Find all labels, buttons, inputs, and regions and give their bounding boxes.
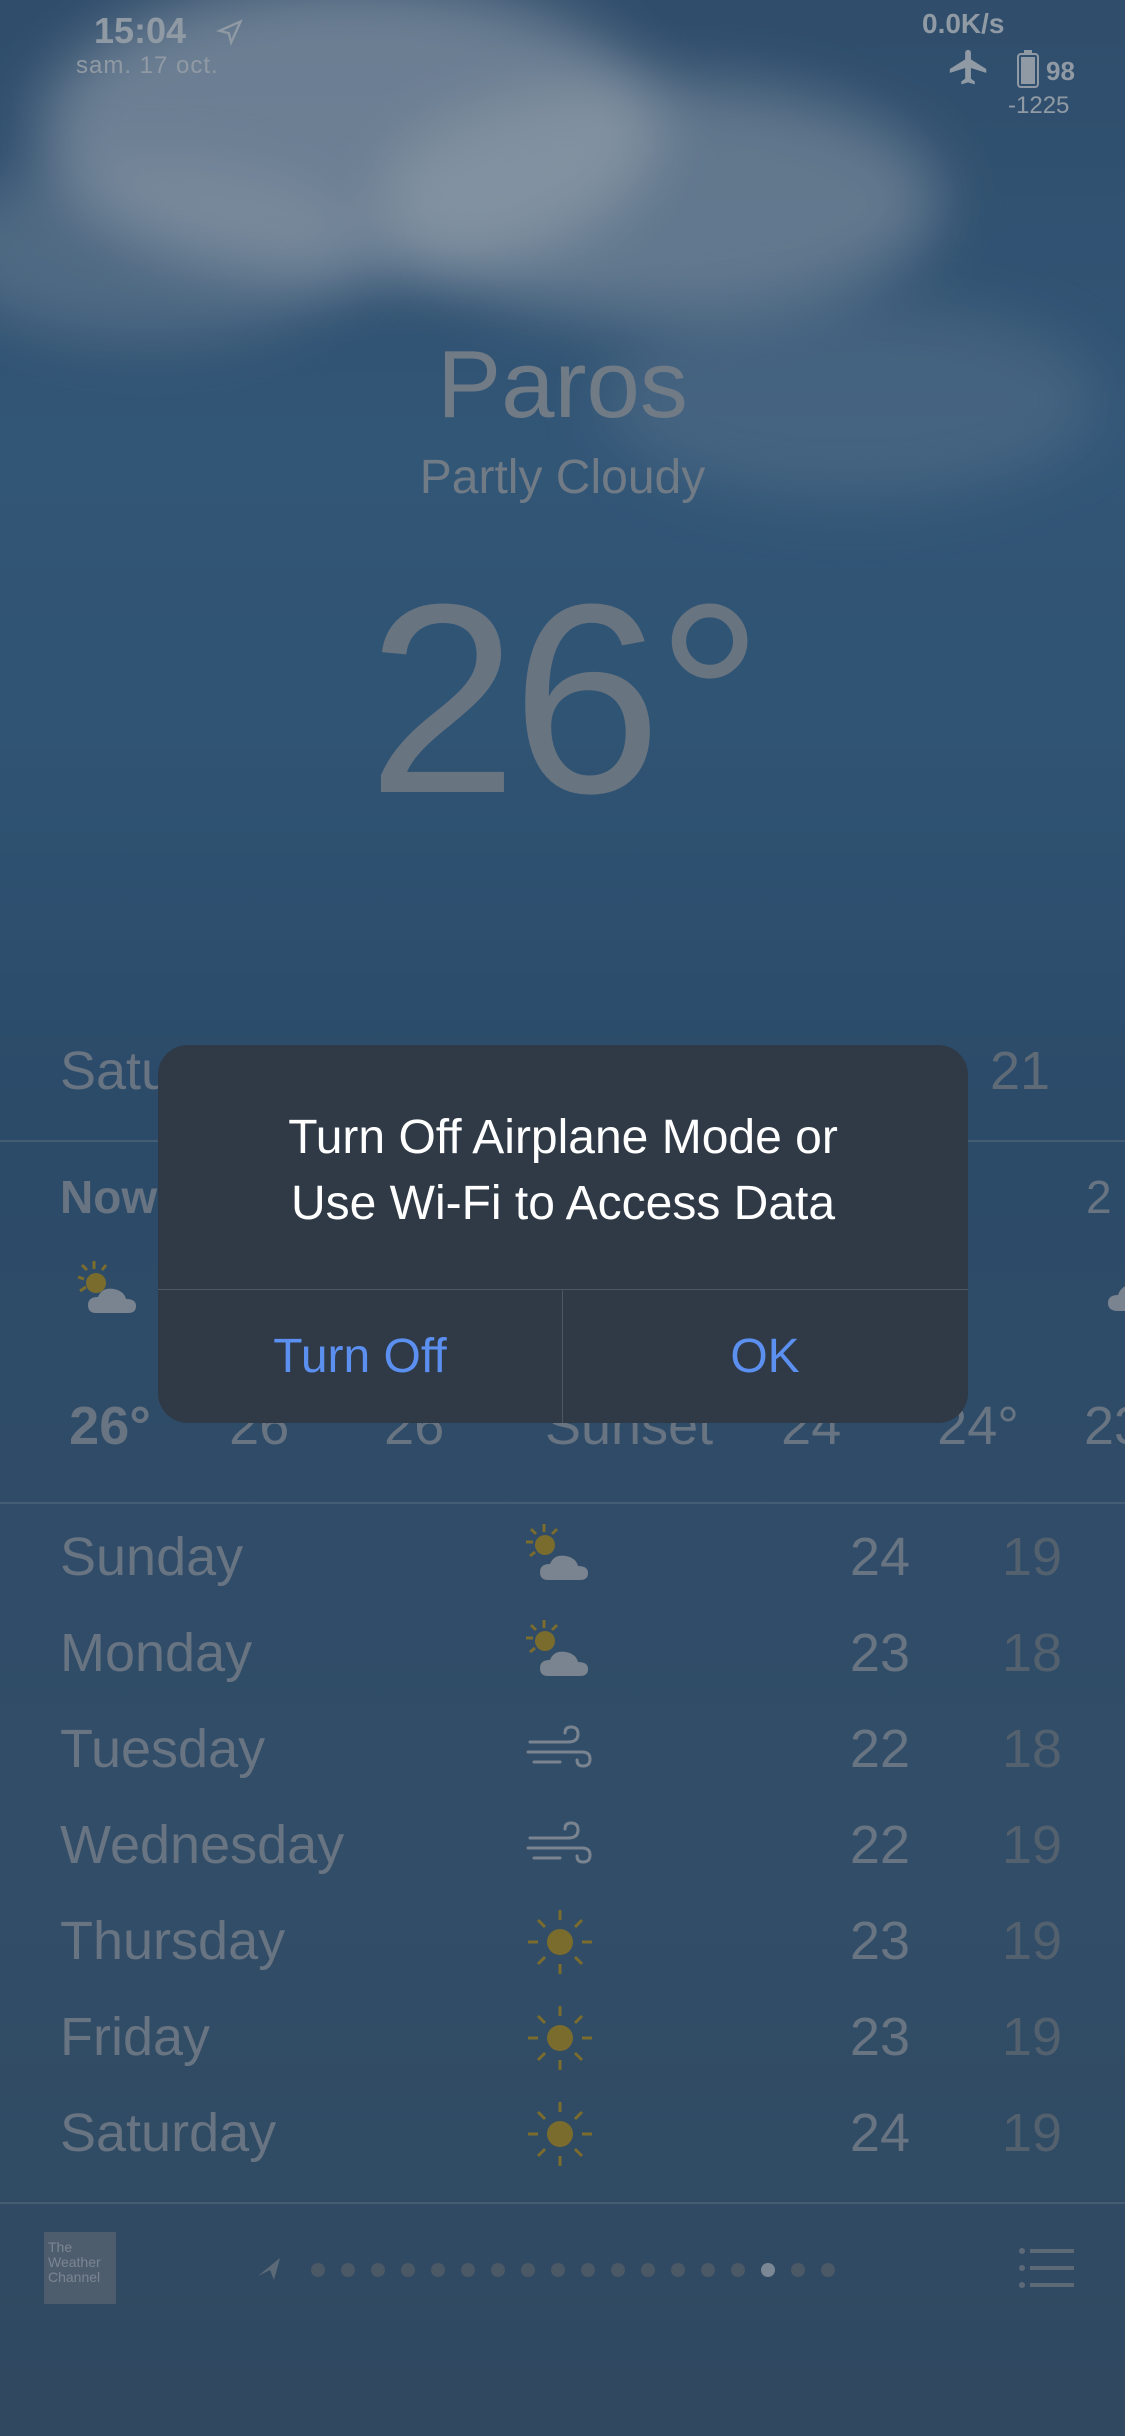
weather-screen: 15:04 sam. 17 oct. 0.0K/s 98 -1225 Paros… (0, 0, 1125, 2436)
alert-title-line: Turn Off Airplane Mode or (288, 1111, 838, 1164)
alert-title: Turn Off Airplane Mode or Use Wi-Fi to A… (158, 1105, 968, 1237)
alert-title-line: Use Wi-Fi to Access Data (290, 1177, 836, 1230)
airplane-mode-alert: Turn Off Airplane Mode or Use Wi-Fi to A… (158, 1045, 968, 1423)
turn-off-button[interactable]: Turn Off (158, 1290, 562, 1423)
ok-button[interactable]: OK (563, 1290, 967, 1423)
